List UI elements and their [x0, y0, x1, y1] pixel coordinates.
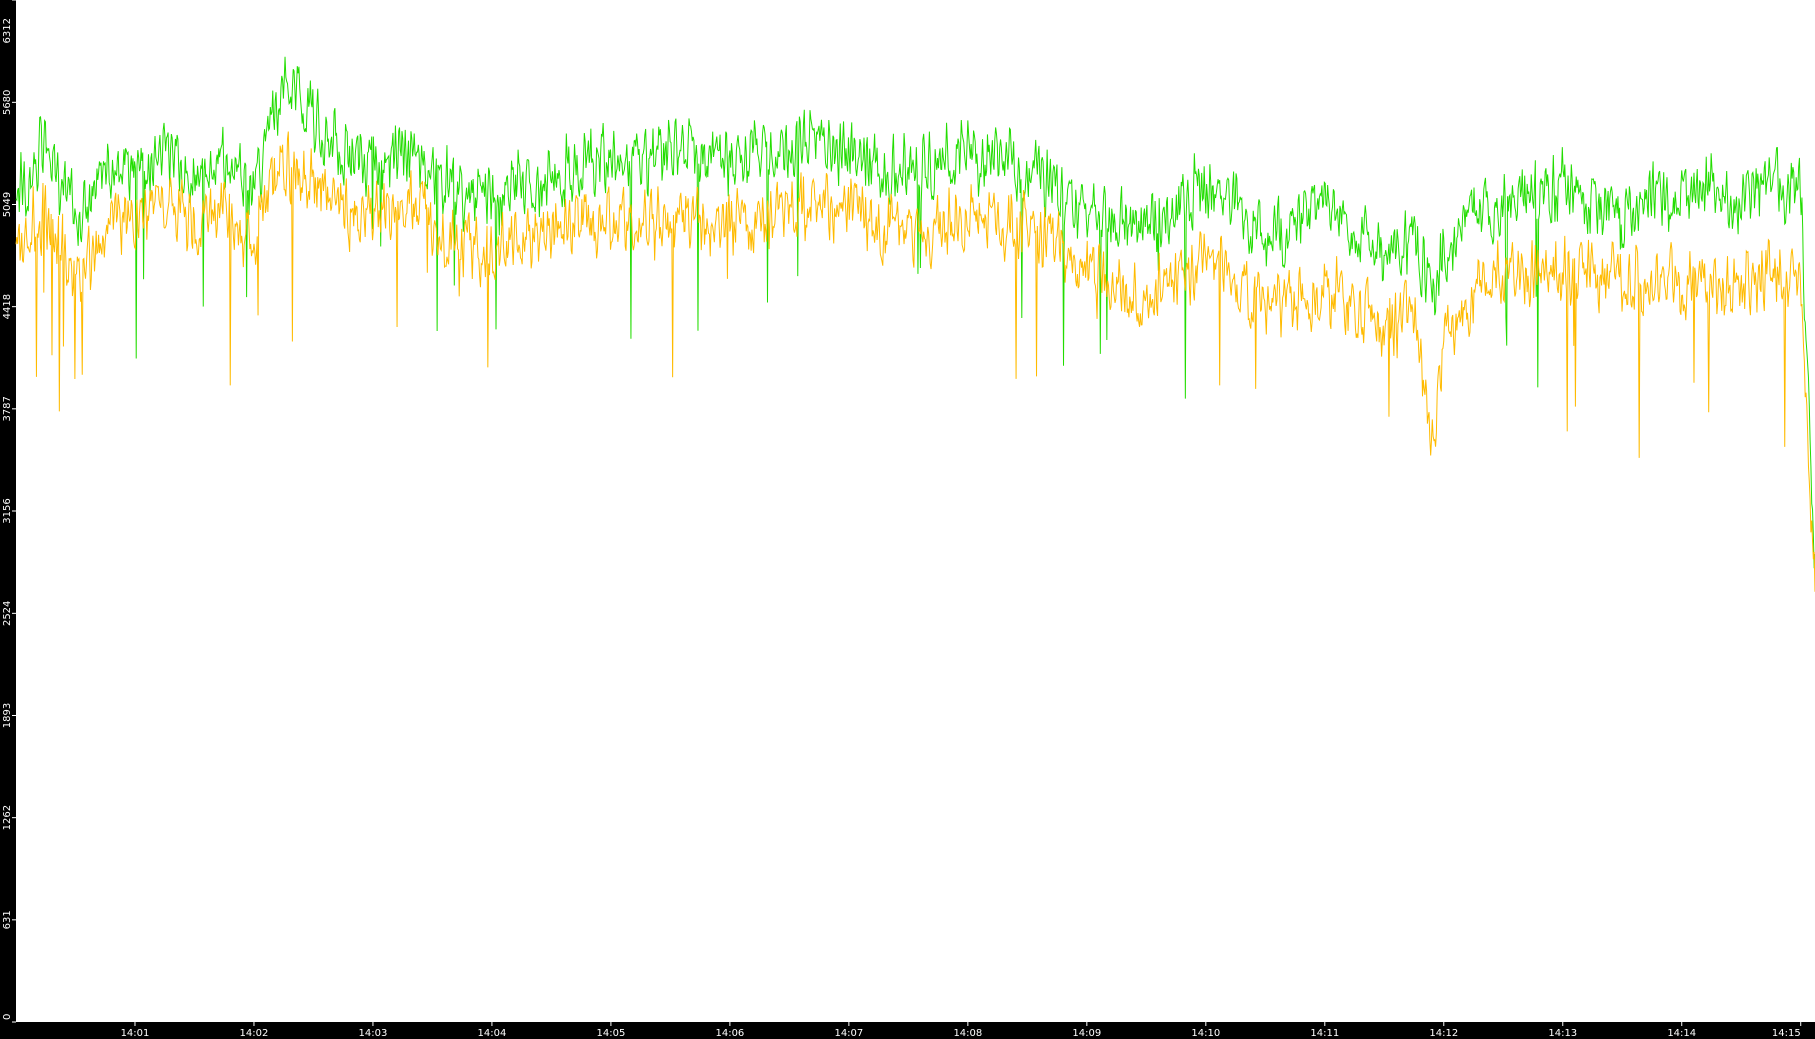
x-tick-label: 14:04	[478, 1028, 507, 1039]
plot-area	[16, 0, 1815, 1022]
x-tick-label: 14:09	[1072, 1028, 1101, 1039]
y-tick-label: 2524	[2, 601, 13, 626]
y-tick-label: 5049	[2, 192, 13, 217]
x-tick-label: 14:06	[715, 1028, 744, 1039]
y-tick-label: 631	[2, 910, 13, 929]
y-tick-label: 1262	[2, 805, 13, 830]
y-tick-label: 3156	[2, 498, 13, 523]
x-tick-label: 14:02	[240, 1028, 269, 1039]
y-tick-label: 6312	[2, 18, 13, 43]
x-tick-label: 14:07	[834, 1028, 863, 1039]
x-tick-label: 14:10	[1191, 1028, 1220, 1039]
y-tick-label: 3787	[2, 396, 13, 421]
y-tick-label: 1893	[2, 703, 13, 728]
time-series-chart: 0 631 1262 1893 2524 3156 3787 4418 5049 5680 6312…	[0, 0, 1815, 1039]
y-tick-label: 4418	[2, 294, 13, 319]
x-tick-label: 14:05	[596, 1028, 625, 1039]
y-tick-label: 0	[2, 1014, 13, 1020]
x-tick-label: 14:11	[1310, 1028, 1339, 1039]
x-tick-label: 14:12	[1429, 1028, 1458, 1039]
x-tick-label: 14:15	[1772, 1028, 1801, 1039]
x-tick-label: 14:08	[953, 1028, 982, 1039]
x-tick-label: 14:03	[359, 1028, 388, 1039]
x-tick-label: 14:13	[1548, 1028, 1577, 1039]
x-tick-label: 14:14	[1667, 1028, 1696, 1039]
y-tick-label: 5680	[2, 90, 13, 115]
x-tick-label: 14:01	[121, 1028, 150, 1039]
